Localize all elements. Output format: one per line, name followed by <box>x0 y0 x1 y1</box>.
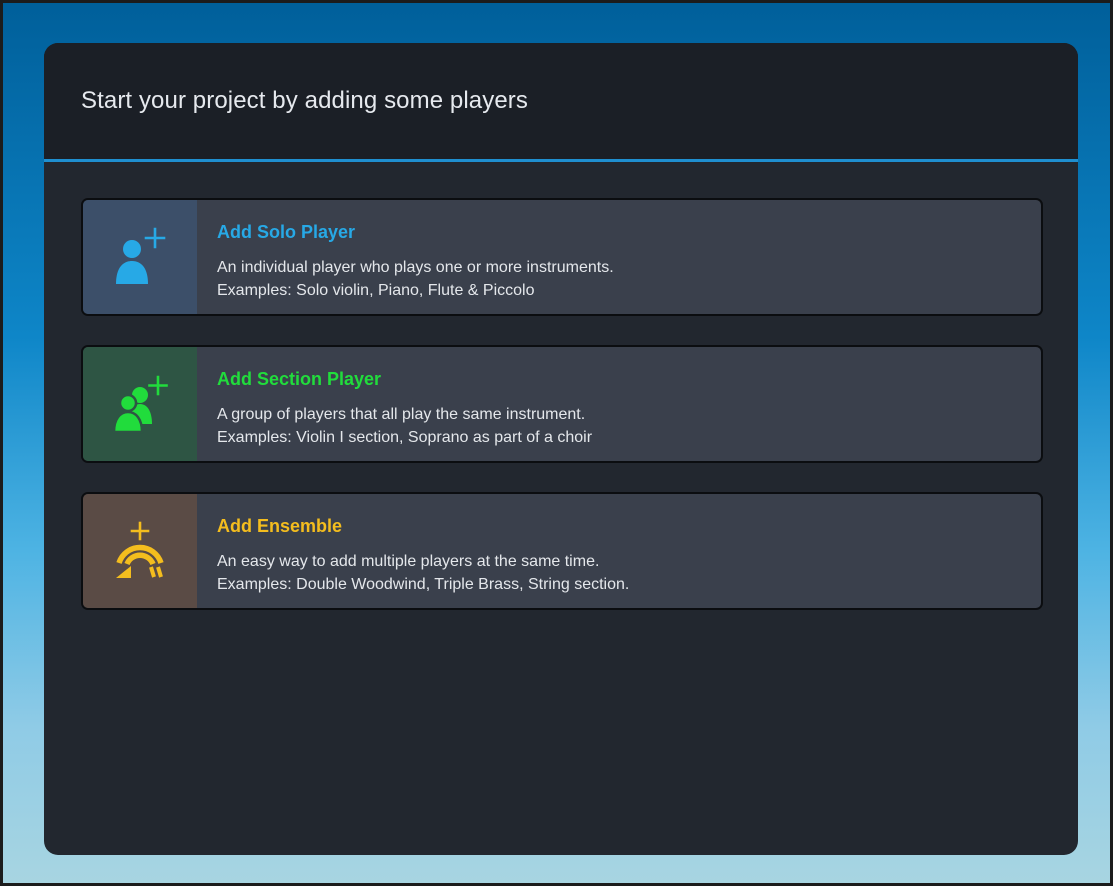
add-solo-player-icon <box>116 227 166 284</box>
ensemble-card-description: An easy way to add multiple players at t… <box>217 553 600 570</box>
add-ensemble-icon <box>116 521 164 578</box>
section-card-examples: Examples: Violin I section, Soprano as p… <box>217 429 593 446</box>
add-players-dialog: Start your project by adding some player… <box>44 43 1078 855</box>
dialog-title: Start your project by adding some player… <box>81 87 528 114</box>
add-section-player-icon <box>112 375 168 434</box>
section-card-description: A group of players that all play the sam… <box>217 406 586 423</box>
add-ensemble-button[interactable]: Add Ensemble An easy way to add multiple… <box>81 492 1043 610</box>
ensemble-card-title: Add Ensemble <box>217 516 343 536</box>
add-section-player-button[interactable]: Add Section Player A group of players th… <box>81 345 1043 463</box>
add-solo-player-button[interactable]: Add Solo Player An individual player who… <box>81 198 1043 316</box>
section-icon-panel <box>83 347 197 461</box>
section-card-title: Add Section Player <box>217 369 382 389</box>
solo-icon-panel <box>83 200 197 314</box>
solo-card-examples: Examples: Solo violin, Piano, Flute & Pi… <box>217 282 535 299</box>
ensemble-card-body: Add Ensemble An easy way to add multiple… <box>217 516 1021 596</box>
solo-card-description: An individual player who plays one or mo… <box>217 259 614 276</box>
solo-card-title: Add Solo Player <box>217 222 356 242</box>
section-card-body: Add Section Player A group of players th… <box>217 369 1021 449</box>
solo-card-body: Add Solo Player An individual player who… <box>217 222 1021 302</box>
dialog-header: Start your project by adding some player… <box>44 43 1078 162</box>
ensemble-icon-panel <box>83 494 197 608</box>
player-options-list: Add Solo Player An individual player who… <box>81 198 1043 639</box>
ensemble-card-examples: Examples: Double Woodwind, Triple Brass,… <box>217 576 630 593</box>
